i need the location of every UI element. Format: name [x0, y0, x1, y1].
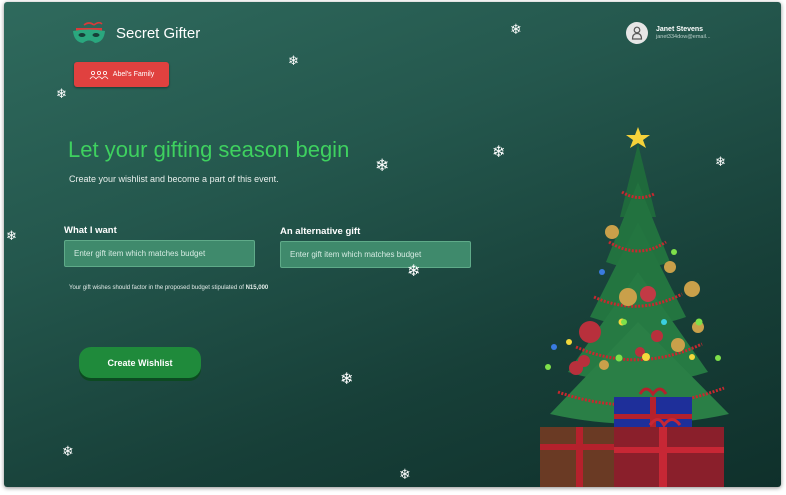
family-icon — [89, 70, 109, 79]
logo[interactable]: Secret Gifter — [70, 20, 200, 46]
family-selector-button[interactable]: Abel's Family — [74, 62, 169, 87]
family-button-label: Abel's Family — [112, 71, 155, 78]
user-profile[interactable]: Janet Stevens janet334dow@email... — [626, 22, 711, 44]
user-email: janet334dow@email... — [656, 33, 711, 40]
snowflake-icon: ❄ — [56, 86, 67, 101]
avatar[interactable] — [626, 22, 648, 44]
snowflake-icon: ❄ — [375, 156, 390, 175]
user-name: Janet Stevens — [656, 25, 704, 33]
snowflake-icon: ❄ — [288, 53, 299, 68]
christmas-tree-icon — [540, 127, 729, 487]
app-name: Secret Gifter — [116, 24, 201, 42]
want-input[interactable] — [64, 240, 255, 267]
budget-note-text: Your gift wishes should factor in the pr… — [69, 285, 246, 291]
snowflake-icon: ❄ — [6, 228, 17, 243]
want-label: What I want — [64, 225, 117, 236]
budget-amount: N15,000 — [245, 285, 269, 291]
budget-note: Your gift wishes should factor in the pr… — [69, 284, 279, 292]
user-icon — [631, 26, 643, 40]
create-wishlist-button[interactable]: Create Wishlist — [79, 347, 201, 378]
page-subtitle: Create your wishlist and become a part o… — [69, 174, 279, 184]
snowflake-icon: ❄ — [340, 371, 354, 388]
app-window: Secret Gifter Abel's Family Janet Steven… — [4, 2, 781, 487]
snowflake-icon: ❄ — [510, 21, 522, 37]
snowflake-icon: ❄ — [492, 144, 506, 161]
snowflake-icon: ❄ — [62, 443, 74, 459]
alternative-input[interactable] — [280, 241, 471, 268]
page-title: Let your gifting season begin — [68, 137, 350, 162]
snowflake-icon: ❄ — [407, 263, 421, 280]
snowflake-icon: ❄ — [399, 466, 411, 482]
alternative-label: An alternative gift — [280, 226, 361, 237]
mask-icon — [73, 21, 105, 43]
